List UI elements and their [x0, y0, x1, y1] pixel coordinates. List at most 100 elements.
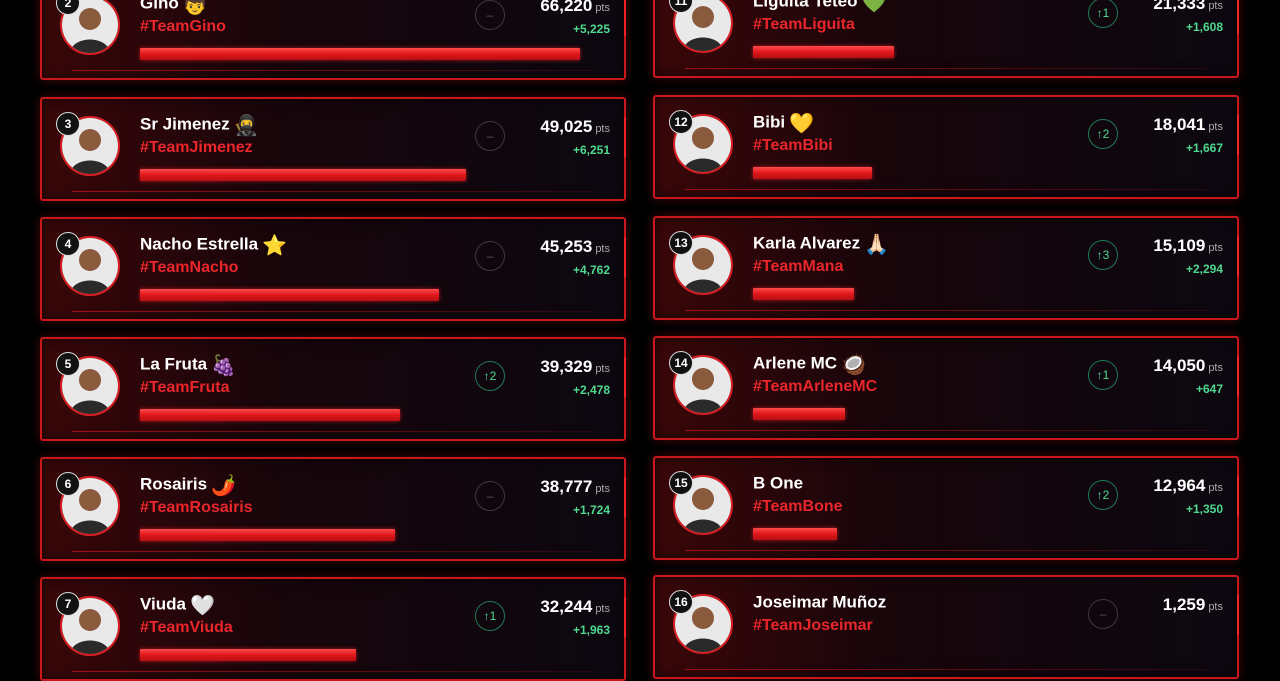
rank-change-indicator: – — [475, 0, 505, 30]
points-delta: +1,667 — [1185, 141, 1223, 155]
score-bar-track — [753, 167, 1193, 179]
player-name: Nacho Estrella ⭐ — [140, 233, 287, 257]
leaderboard-card[interactable]: 14 Arlene MC 🥥 #TeamArleneMC ↑1 14,050 pts… — [653, 336, 1239, 440]
team-hashtag[interactable]: #TeamGino — [140, 18, 226, 36]
score-bar — [753, 408, 845, 420]
points-value: 66,220 — [540, 0, 593, 15]
leaderboard-card[interactable]: 7 Viuda 🤍 #TeamViuda ↑1 32,244 pts +1,963 — [40, 577, 626, 681]
points-delta: +647 — [1195, 382, 1223, 396]
team-hashtag[interactable]: #TeamBibi — [753, 137, 833, 155]
player-name-text: Arlene MC — [753, 353, 838, 373]
team-hashtag[interactable]: #TeamBone — [753, 498, 843, 516]
player-name: La Fruta 🍇 — [140, 353, 236, 377]
points-display: 1,259 pts — [1163, 595, 1223, 615]
rank-badge: 7 — [56, 592, 80, 616]
points-delta: +2,478 — [572, 383, 610, 397]
score-bar — [140, 169, 466, 181]
rank-badge: 14 — [669, 351, 693, 375]
player-name: Arlene MC 🥥 — [753, 352, 866, 376]
rank-badge: 13 — [669, 231, 693, 255]
rank-change-indicator: – — [475, 481, 505, 511]
rank-badge: 16 — [669, 590, 693, 614]
points-display: 21,333 pts — [1153, 0, 1223, 14]
points-value: 32,244 — [540, 597, 593, 616]
points-display: 45,253 pts — [540, 237, 610, 257]
points-delta: +1,963 — [572, 623, 610, 637]
player-name: Gino 👦 — [140, 0, 208, 16]
score-bar-track — [753, 528, 1193, 540]
team-hashtag[interactable]: #TeamFruta — [140, 379, 230, 397]
rank-change-indicator: ↑1 — [1088, 0, 1118, 28]
rank-badge: 12 — [669, 110, 693, 134]
team-hashtag[interactable]: #TeamRosairis — [140, 499, 253, 517]
leaderboard-card[interactable]: 2 Gino 👦 #TeamGino – 66,220 pts +5,225 — [40, 0, 626, 80]
rank-badge: 5 — [56, 352, 80, 376]
score-bar-track — [140, 48, 580, 60]
points-unit: pts — [1208, 482, 1223, 494]
leaderboard-card[interactable]: 15 B One #TeamBone ↑2 12,964 pts +1,350 — [653, 456, 1239, 560]
leaderboard-card[interactable]: 5 La Fruta 🍇 #TeamFruta ↑2 39,329 pts +2,4… — [40, 337, 626, 441]
score-bar — [753, 167, 872, 179]
points-value: 45,253 — [540, 237, 593, 256]
team-hashtag[interactable]: #TeamViuda — [140, 619, 233, 637]
points-value: 15,109 — [1153, 236, 1206, 255]
leaderboard-card[interactable]: 3 Sr Jimenez 🥷 #TeamJimenez – 49,025 pts +… — [40, 97, 626, 201]
rank-change-indicator: – — [475, 121, 505, 151]
player-emoji: 🤍 — [189, 593, 215, 617]
rank-change-indicator: ↑3 — [1088, 240, 1118, 270]
score-bar-track — [140, 409, 580, 421]
points-value: 38,777 — [540, 477, 593, 496]
points-delta: +6,251 — [572, 143, 610, 157]
player-emoji: 💚 — [861, 0, 887, 14]
points-value: 39,329 — [540, 357, 593, 376]
player-name-text: Gino — [140, 0, 179, 13]
player-name: Liguita Teteo 💚 — [753, 0, 886, 14]
points-delta: +1,608 — [1185, 20, 1223, 34]
player-emoji: 🙏🏻 — [864, 232, 890, 256]
points-unit: pts — [1208, 121, 1223, 133]
team-hashtag[interactable]: #TeamArleneMC — [753, 378, 877, 396]
score-bar-track — [753, 408, 1193, 420]
points-display: 39,329 pts — [540, 357, 610, 377]
player-name-text: Liguita Teteo — [753, 0, 858, 11]
team-hashtag[interactable]: #TeamLiguita — [753, 16, 855, 34]
player-emoji: 💛 — [789, 111, 815, 135]
score-bar-track — [140, 289, 580, 301]
points-unit: pts — [1208, 242, 1223, 254]
leaderboard-card[interactable]: 12 Bibi 💛 #TeamBibi ↑2 18,041 pts +1,667 — [653, 95, 1239, 199]
score-bar — [140, 529, 395, 541]
score-bar — [140, 409, 400, 421]
points-unit: pts — [595, 243, 610, 255]
points-value: 21,333 — [1153, 0, 1206, 13]
points-display: 32,244 pts — [540, 597, 610, 617]
leaderboard-card[interactable]: 16 Joseimar Muñoz #TeamJoseimar – 1,259 p… — [653, 575, 1239, 679]
score-bar — [140, 289, 439, 301]
player-name-text: Bibi — [753, 112, 786, 132]
rank-change-indicator: – — [1088, 599, 1118, 629]
rank-badge: 3 — [56, 112, 80, 136]
rank-change-indicator: ↑2 — [1088, 119, 1118, 149]
team-hashtag[interactable]: #TeamJoseimar — [753, 617, 873, 635]
points-display: 49,025 pts — [540, 117, 610, 137]
score-bar-track — [753, 647, 1193, 659]
score-bar-track — [140, 649, 580, 661]
player-name: B One — [753, 472, 807, 496]
leaderboard-card[interactable]: 6 Rosairis 🌶️ #TeamRosairis – 38,777 pts +… — [40, 457, 626, 561]
leaderboard-card[interactable]: 11 Liguita Teteo 💚 #TeamLiguita ↑1 21,333… — [653, 0, 1239, 78]
leaderboard-card[interactable]: 4 Nacho Estrella ⭐ #TeamNacho – 45,253 pts… — [40, 217, 626, 321]
player-name-text: La Fruta — [140, 354, 208, 374]
team-hashtag[interactable]: #TeamJimenez — [140, 139, 253, 157]
rank-change-indicator: ↑2 — [1088, 480, 1118, 510]
points-delta: +1,350 — [1185, 502, 1223, 516]
points-value: 12,964 — [1153, 476, 1206, 495]
player-name: Sr Jimenez 🥷 — [140, 113, 259, 137]
rank-change-indicator: ↑1 — [1088, 360, 1118, 390]
points-delta: +2,294 — [1185, 262, 1223, 276]
points-display: 66,220 pts — [540, 0, 610, 16]
team-hashtag[interactable]: #TeamNacho — [140, 259, 238, 277]
score-bar-track — [140, 529, 580, 541]
team-hashtag[interactable]: #TeamMana — [753, 258, 843, 276]
points-delta: +1,724 — [572, 503, 610, 517]
leaderboard-card[interactable]: 13 Karla Alvarez 🙏🏻 #TeamMana ↑3 15,109 pt… — [653, 216, 1239, 320]
points-display: 38,777 pts — [540, 477, 610, 497]
